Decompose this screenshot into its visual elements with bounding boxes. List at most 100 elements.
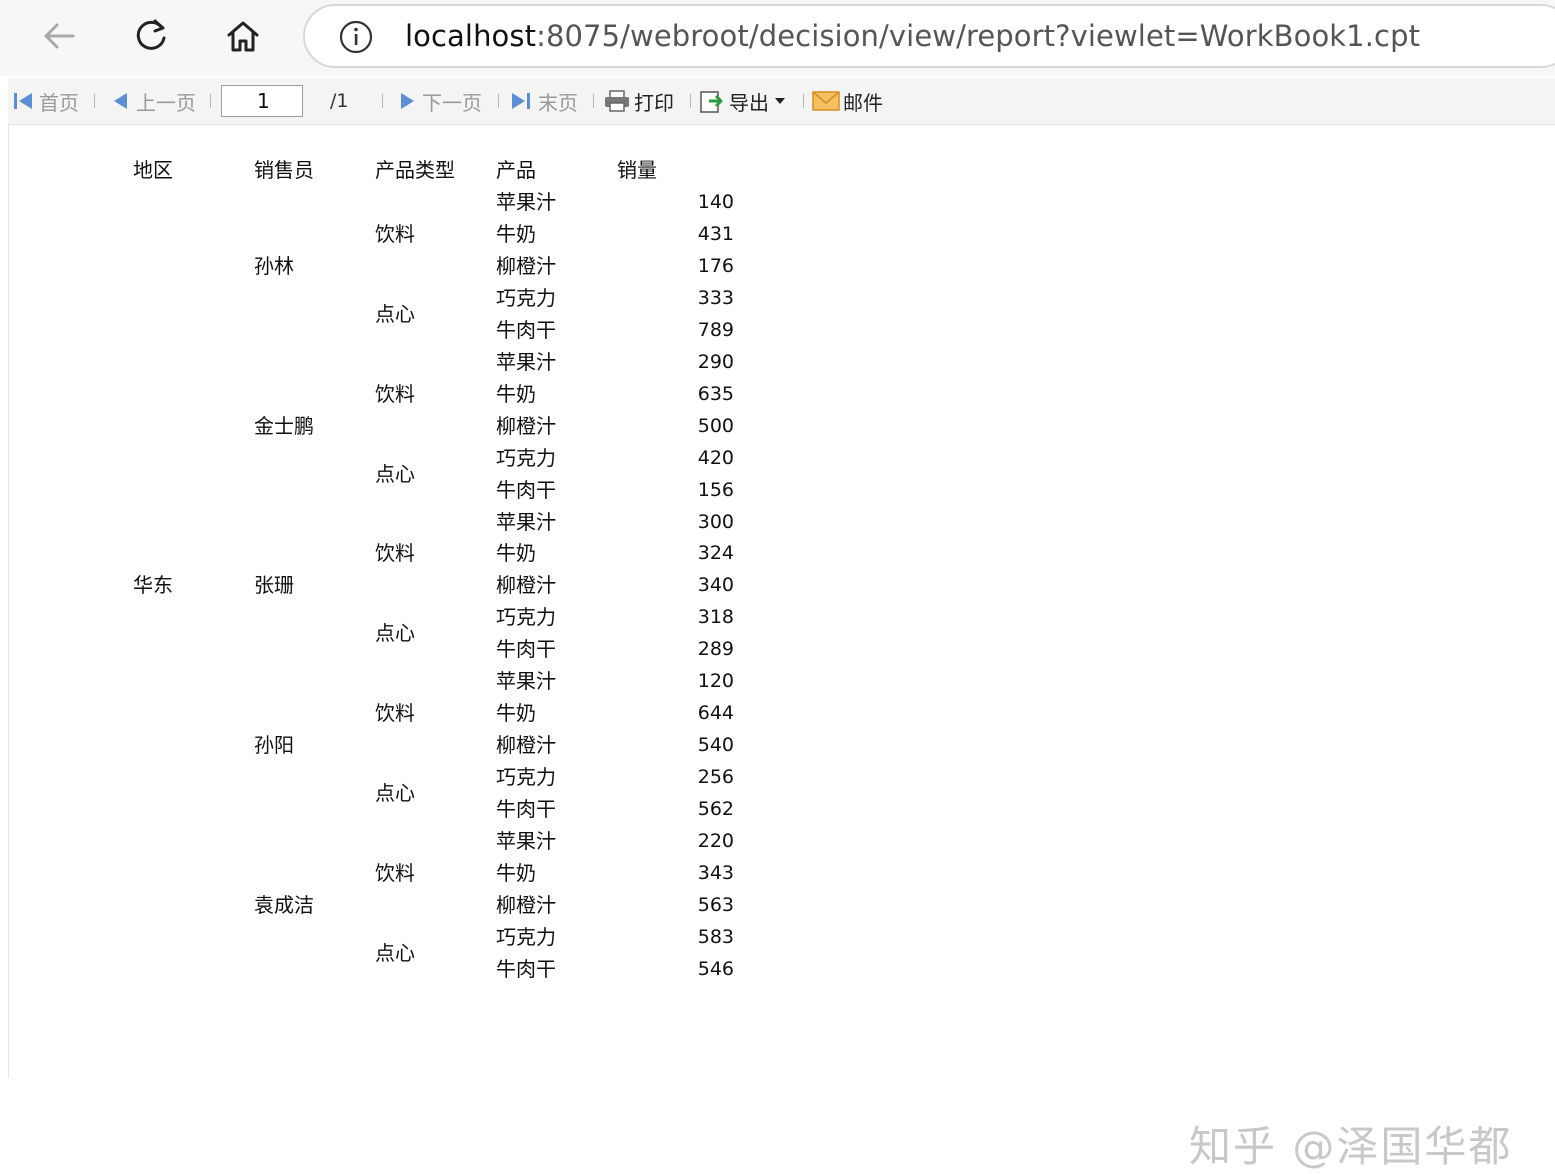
- quantity-cell: 644: [697, 702, 734, 725]
- product-type-cell: 饮料: [375, 541, 415, 566]
- report-toolbar: 首页 上一页 /1 下一页 末页 打印 导: [8, 78, 1555, 125]
- next-page-button[interactable]: 下一页: [398, 78, 482, 124]
- product-cell: 牛肉干: [496, 956, 556, 981]
- url-host: localhost: [405, 19, 537, 53]
- quantity-cell: 420: [697, 446, 734, 469]
- quantity-cell: 340: [697, 574, 734, 597]
- quantity-cell: 290: [697, 350, 734, 373]
- product-cell: 牛奶: [496, 381, 536, 406]
- quantity-cell: 635: [697, 382, 734, 405]
- prev-page-label: 上一页: [136, 90, 196, 115]
- product-cell: 柳橙汁: [496, 413, 556, 438]
- quantity-cell: 540: [697, 734, 734, 757]
- last-page-label: 末页: [538, 90, 578, 115]
- toolbar-divider: [498, 94, 499, 108]
- product-cell: 牛肉干: [496, 797, 556, 822]
- toolbar-divider: [94, 94, 95, 108]
- export-label: 导出: [729, 90, 769, 115]
- browser-toolbar: localhost:8075/webroot/decision/view/rep…: [0, 0, 1555, 76]
- product-cell: 柳橙汁: [496, 892, 556, 917]
- page-number-input[interactable]: [221, 85, 303, 117]
- quantity-cell: 343: [697, 861, 734, 884]
- url-path: :8075/webroot/decision/view/report?viewl…: [536, 19, 1421, 53]
- product-type-cell: 饮料: [375, 221, 415, 246]
- first-page-button[interactable]: 首页: [12, 78, 79, 124]
- url-text[interactable]: localhost:8075/webroot/decision/view/rep…: [405, 19, 1420, 53]
- region-cell: 华东: [133, 573, 173, 598]
- quantity-cell: 583: [697, 925, 734, 948]
- back-button[interactable]: [33, 12, 85, 60]
- product-cell: 牛肉干: [496, 317, 556, 342]
- salesperson-cell: 袁成洁: [254, 892, 314, 917]
- print-label: 打印: [634, 90, 674, 115]
- toolbar-divider: [382, 94, 383, 108]
- quantity-cell: 500: [697, 414, 734, 437]
- product-type-cell: 饮料: [375, 381, 415, 406]
- salesperson-cell: 孙阳: [254, 733, 294, 758]
- product-type-cell: 饮料: [375, 701, 415, 726]
- quantity-cell: 176: [697, 254, 734, 277]
- last-page-icon: [512, 93, 530, 109]
- reload-button[interactable]: [125, 12, 177, 60]
- next-page-label: 下一页: [422, 90, 482, 115]
- quantity-cell: 546: [697, 957, 734, 980]
- product-cell: 苹果汁: [496, 669, 556, 694]
- product-type-cell: 点心: [375, 940, 415, 965]
- salesperson-cell: 孙林: [254, 253, 294, 278]
- product-cell: 牛奶: [496, 221, 536, 246]
- quantity-cell: 120: [697, 670, 734, 693]
- back-arrow-icon: [44, 23, 75, 49]
- product-type-cell: 点心: [375, 301, 415, 326]
- quantity-cell: 562: [697, 798, 734, 821]
- header-region: 地区: [133, 158, 173, 182]
- product-cell: 牛奶: [496, 860, 536, 885]
- quantity-cell: 300: [697, 510, 734, 533]
- quantity-cell: 220: [697, 830, 734, 852]
- export-button[interactable]: 导出: [699, 78, 787, 124]
- print-button[interactable]: 打印: [604, 78, 674, 124]
- quantity-cell: 289: [697, 638, 734, 661]
- page-total: /1: [330, 90, 349, 112]
- quantity-cell: 318: [697, 606, 734, 629]
- next-page-icon: [401, 93, 414, 109]
- product-cell: 牛肉干: [496, 477, 556, 502]
- address-bar[interactable]: localhost:8075/webroot/decision/view/rep…: [303, 4, 1555, 68]
- quantity-cell: 140: [697, 191, 734, 213]
- home-button[interactable]: [217, 12, 269, 60]
- home-icon: [227, 21, 259, 52]
- salesperson-cell: 金士鹏: [254, 413, 314, 438]
- mail-label: 邮件: [843, 90, 883, 115]
- prev-page-button[interactable]: 上一页: [112, 78, 196, 124]
- product-cell: 牛奶: [496, 541, 536, 566]
- product-cell: 柳橙汁: [496, 573, 556, 598]
- mail-envelope-icon: [812, 91, 840, 111]
- header-salesperson: 销售员: [254, 158, 314, 182]
- info-icon: [339, 20, 373, 54]
- quantity-cell: 563: [697, 893, 734, 916]
- product-cell: 柳橙汁: [496, 253, 556, 278]
- header-quantity: 销量: [617, 158, 657, 182]
- toolbar-divider: [803, 94, 804, 108]
- product-cell: 牛奶: [496, 701, 536, 726]
- toolbar-divider: [690, 94, 691, 108]
- reload-icon: [136, 19, 166, 50]
- quantity-cell: 789: [697, 318, 734, 341]
- product-cell: 苹果汁: [496, 829, 556, 853]
- product-cell: 巧克力: [496, 605, 556, 630]
- product-cell: 柳橙汁: [496, 733, 556, 758]
- header-product-type: 产品类型: [375, 158, 455, 182]
- product-type-cell: 饮料: [375, 860, 415, 885]
- quantity-cell: 324: [697, 542, 734, 565]
- product-cell: 巧克力: [496, 445, 556, 470]
- salesperson-cell: 张珊: [254, 573, 294, 598]
- last-page-button[interactable]: 末页: [510, 78, 578, 124]
- watermark: 知乎 @泽国华都: [1189, 1122, 1513, 1171]
- dropdown-caret-icon: [775, 98, 785, 104]
- toolbar-divider: [210, 94, 211, 108]
- product-cell: 苹果汁: [496, 190, 556, 214]
- quantity-cell: 431: [697, 222, 734, 245]
- prev-page-icon: [114, 93, 127, 109]
- toolbar-divider: [593, 94, 594, 108]
- mail-button[interactable]: 邮件: [812, 78, 883, 124]
- first-page-label: 首页: [39, 90, 79, 115]
